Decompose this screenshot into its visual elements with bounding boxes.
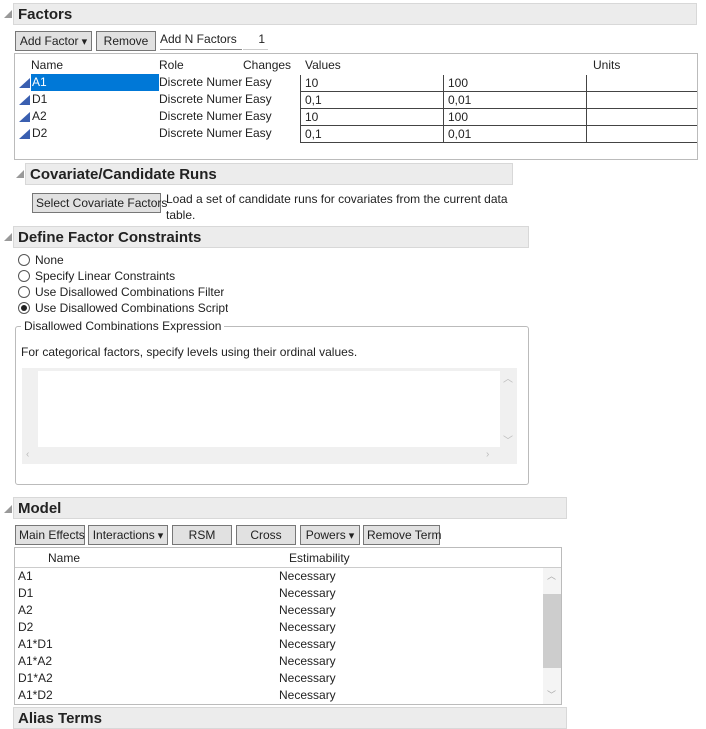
constraint-option-label[interactable]: Use Disallowed Combinations Filter [35,284,224,301]
remove-button[interactable]: Remove [96,31,156,51]
constraint-option-label[interactable]: Specify Linear Constraints [35,268,175,285]
term-estimability[interactable]: Necessary [279,653,336,670]
factor-name[interactable]: D1 [31,91,159,108]
col-name: Name [48,551,81,565]
term-name[interactable]: A1*A2 [18,653,52,670]
factor-role[interactable]: Discrete Numeric [159,74,242,91]
add-factor-button[interactable]: Add Factor [15,31,92,51]
powers-button[interactable]: Powers [300,525,360,545]
factor-role[interactable]: Discrete Numeric [159,91,242,108]
factors-header[interactable]: Factors [13,3,697,25]
term-estimability[interactable]: Necessary [279,636,336,653]
collapse-triangle-icon[interactable] [4,233,12,241]
continuous-factor-icon [19,95,30,105]
col-units: Units [593,58,621,72]
scrollbar-thumb[interactable] [543,594,561,668]
script-editor-frame: ︿ ﹀ ‹ › [22,368,517,464]
factor-value-2[interactable]: 100 [443,109,586,126]
term-name[interactable]: A1*D2 [18,687,53,704]
continuous-factor-icon [19,78,30,88]
factor-units[interactable] [586,75,697,92]
term-name[interactable]: D2 [18,619,33,636]
factor-units[interactable] [586,126,697,143]
scroll-up-icon[interactable]: ︿ [503,370,513,385]
term-estimability[interactable]: Necessary [279,585,336,602]
term-estimability[interactable]: Necessary [279,602,336,619]
collapse-triangle-icon[interactable] [4,10,12,18]
factors-table: Name Role Changes Values Units A1 Discre… [14,53,698,160]
covariate-header[interactable]: Covariate/Candidate Runs [25,163,513,185]
factor-changes[interactable]: Easy [245,74,300,91]
col-role: Role [159,58,184,72]
interactions-button[interactable]: Interactions [88,525,168,545]
scroll-down-icon[interactable]: ﹀ [503,432,513,447]
factor-name[interactable]: D2 [31,125,159,142]
script-editor[interactable] [38,371,500,447]
select-covariate-factors-button[interactable]: Select Covariate Factors [32,193,167,213]
group-title: Disallowed Combinations Expression [21,319,225,333]
col-name: Name [31,58,64,72]
term-name[interactable]: D1 [18,585,33,602]
factor-changes[interactable]: Easy [245,108,300,125]
constraint-radio[interactable] [18,286,30,298]
term-estimability[interactable]: Necessary [279,670,336,687]
collapse-triangle-icon[interactable] [4,505,12,513]
factor-value-1[interactable]: 0,1 [300,126,443,143]
continuous-factor-icon [19,129,30,139]
factor-role[interactable]: Discrete Numeric [159,125,242,142]
factor-value-1[interactable]: 10 [300,75,443,92]
constraint-option-label[interactable]: Use Disallowed Combinations Script [35,300,228,317]
col-estimability: Estimability [289,551,350,565]
disallowed-combinations-group: Disallowed Combinations Expression For c… [15,319,529,485]
factor-value-1[interactable]: 0,1 [300,92,443,109]
factor-changes[interactable]: Easy [245,125,300,142]
term-name[interactable]: A2 [18,602,33,619]
cross-button[interactable]: Cross [236,525,296,545]
factor-changes[interactable]: Easy [245,91,300,108]
factor-value-2[interactable]: 0,01 [443,92,586,109]
factor-name[interactable]: A2 [31,108,159,125]
main-effects-button[interactable]: Main Effects [15,525,85,545]
hint-text: For categorical factors, specify levels … [21,345,358,359]
scrollbar[interactable]: ︿ ﹀ [543,568,561,704]
term-estimability[interactable]: Necessary [279,568,336,585]
constraint-radio[interactable] [18,302,30,314]
scroll-up-icon[interactable]: ︿ [547,569,556,582]
add-n-factors-label: Add N Factors [160,32,242,50]
constraint-option-label[interactable]: None [35,252,64,269]
factor-value-2[interactable]: 0,01 [443,126,586,143]
rsm-button[interactable]: RSM [172,525,232,545]
add-n-factors-input[interactable]: 1 [243,32,268,50]
constraint-radio[interactable] [18,270,30,282]
col-changes: Changes [243,58,292,72]
constraints-header[interactable]: Define Factor Constraints [13,226,529,248]
factor-role[interactable]: Discrete Numeric [159,108,242,125]
col-values: Values [305,58,341,72]
collapse-triangle-icon[interactable] [16,170,24,178]
factor-value-1[interactable]: 10 [300,109,443,126]
factor-units[interactable] [586,92,697,109]
model-table: Name Estimability A1 Necessary D1 Necessa… [14,547,562,705]
model-header[interactable]: Model [13,497,567,519]
alias-terms-header[interactable]: Alias Terms [13,707,567,729]
factor-value-2[interactable]: 100 [443,75,586,92]
scroll-down-icon[interactable]: ﹀ [547,688,556,701]
scroll-right-icon[interactable]: › [486,449,489,460]
continuous-factor-icon [19,112,30,122]
term-name[interactable]: A1*D1 [18,636,53,653]
term-estimability[interactable]: Necessary [279,619,336,636]
term-estimability[interactable]: Necessary [279,687,336,704]
factor-units[interactable] [586,109,697,126]
factor-name[interactable]: A1 [31,74,159,91]
constraint-radio[interactable] [18,254,30,266]
term-name[interactable]: A1 [18,568,33,585]
covariate-description: Load a set of candidate runs for covaria… [166,192,508,222]
remove-term-button[interactable]: Remove Term [363,525,441,545]
term-name[interactable]: D1*A2 [18,670,53,687]
scroll-left-icon[interactable]: ‹ [26,449,29,460]
